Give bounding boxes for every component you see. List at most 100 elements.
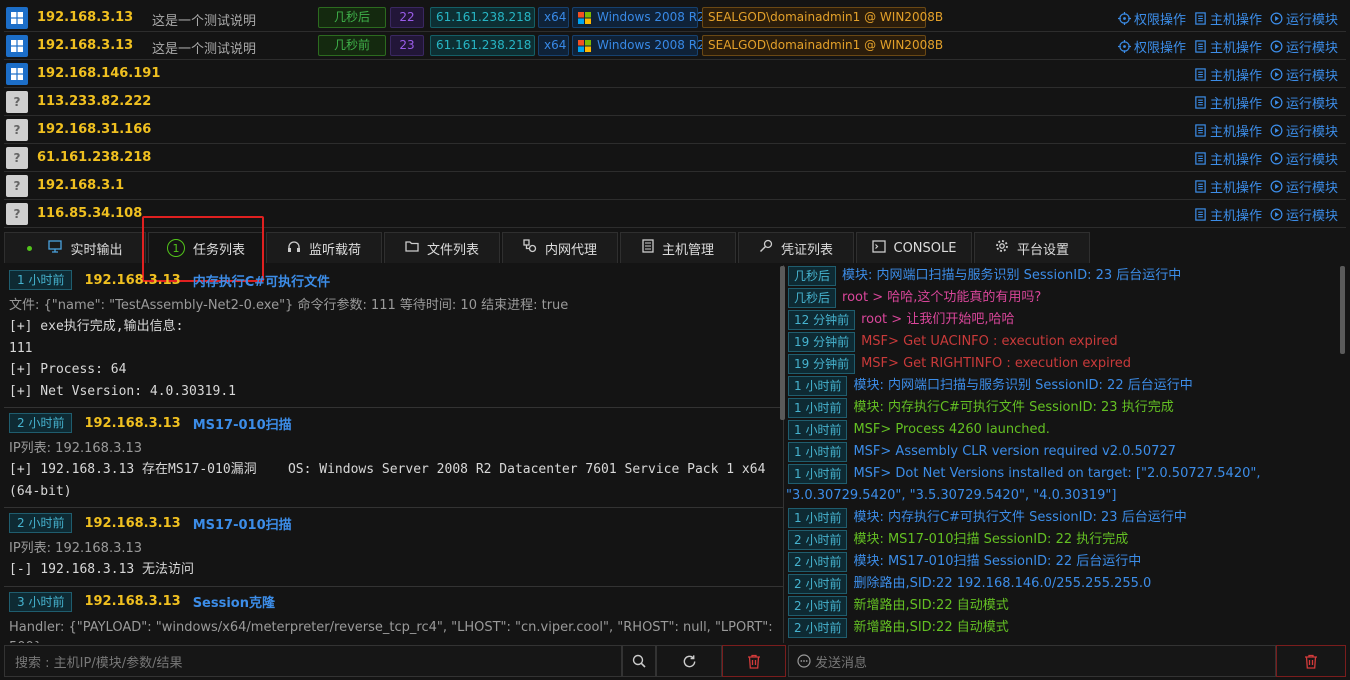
document-icon <box>1195 96 1206 109</box>
host-action-link-label: 主机操作 <box>1209 153 1262 168</box>
host-comment: 这是一个测试说明 <box>152 14 257 29</box>
run-module-link-label: 运行模块 <box>1285 13 1338 28</box>
run-module-link[interactable]: 运行模块 <box>1270 37 1338 56</box>
host-action-link[interactable]: 主机操作 <box>1194 37 1262 56</box>
tab-2[interactable]: 1 任务列表 <box>148 232 264 263</box>
tab-label: 任务列表 <box>192 242 245 258</box>
task-host-ip: 192.168.3.13 <box>84 594 181 609</box>
host-actions: 主机操作 运行模块 <box>1194 121 1338 140</box>
log-text: root > 让我们开始吧,哈哈 <box>861 312 1015 327</box>
log-text: 模块: 内网端口扫描与服务识别 SessionID: 22 后台运行中 <box>853 378 1193 393</box>
host-row[interactable]: ? 192.168.31.166 主机操作 运行模块 <box>4 116 1346 144</box>
last-seen-tag: 几秒后 <box>318 7 386 28</box>
task-params: 文件: {"name": "TestAssembly-Net2-0.exe"} … <box>9 298 569 313</box>
log-text: 新增路由,SID:22 自动模式 <box>853 620 1009 635</box>
play-circle-icon <box>1270 208 1283 221</box>
task-time: 2 小时前 <box>9 513 73 533</box>
realtime-log-panel: 几秒后 模块: 内网端口扫描与服务识别 SessionID: 23 后台运行中 几秒… <box>786 265 1342 643</box>
host-action-link[interactable]: 主机操作 <box>1194 177 1262 196</box>
key-icon <box>759 239 773 257</box>
log-text: MSF> Assembly CLR version required v2.0.… <box>853 444 1176 459</box>
task-params: Handler: {"PAYLOAD": "windows/x64/meterp… <box>9 619 773 644</box>
host-ip[interactable]: 192.168.3.13 <box>37 10 133 25</box>
log-scrollbar[interactable] <box>1340 266 1345 354</box>
host-ip[interactable]: 61.161.238.218 <box>37 150 151 165</box>
task-header: 1 小时前 192.168.3.13 内存执行C#可执行文件 <box>9 268 777 292</box>
log-row: 1 小时前 MSF> Assembly CLR version required … <box>786 441 1342 463</box>
host-action-link[interactable]: 主机操作 <box>1194 149 1262 168</box>
privilege-action-link[interactable]: 权限操作 <box>1117 37 1186 56</box>
tab-8[interactable]: CONSOLE <box>856 232 972 263</box>
trash-icon <box>748 654 760 669</box>
crosshair-icon <box>1117 12 1131 25</box>
log-time: 几秒后 <box>788 266 837 286</box>
run-module-link[interactable]: 运行模块 <box>1270 93 1338 112</box>
host-ip[interactable]: 192.168.31.166 <box>37 122 151 137</box>
task-item[interactable]: 3 小时前 192.168.3.13 Session克隆 Handler: {"PAY… <box>4 587 783 644</box>
host-ip[interactable]: 192.168.146.191 <box>37 66 160 81</box>
host-action-link[interactable]: 主机操作 <box>1194 205 1262 224</box>
log-text: MSF> Get UACINFO : execution expired <box>861 334 1118 349</box>
search-input[interactable]: 搜索 : 主机IP/模块/参数/结果 <box>4 645 622 677</box>
play-circle-icon <box>1270 180 1283 193</box>
tab-label: 监听载荷 <box>308 242 361 258</box>
task-item[interactable]: 2 小时前 192.168.3.13 MS17-010扫描 IP列表: 192.168… <box>4 408 783 508</box>
task-list-scrollbar[interactable] <box>780 266 785 420</box>
unknown-glyph: ? <box>13 95 21 109</box>
host-ip[interactable]: 116.85.34.108 <box>37 206 142 221</box>
privilege-action-link[interactable]: 权限操作 <box>1117 9 1186 28</box>
host-row[interactable]: ? 61.161.238.218 主机操作 运行模块 <box>4 144 1346 172</box>
host-row[interactable]: 192.168.146.191 主机操作 运行模块 <box>4 60 1346 88</box>
host-action-link[interactable]: 主机操作 <box>1194 9 1262 28</box>
run-module-link[interactable]: 运行模块 <box>1270 205 1338 224</box>
task-time: 2 小时前 <box>9 413 73 433</box>
task-item[interactable]: 2 小时前 192.168.3.13 MS17-010扫描 IP列表: 192.168… <box>4 508 783 587</box>
search-button[interactable] <box>622 645 656 677</box>
message-input[interactable]: 发送消息 <box>788 645 1276 677</box>
run-module-link[interactable]: 运行模块 <box>1270 177 1338 196</box>
clear-tasks-button[interactable] <box>722 645 786 677</box>
run-module-link[interactable]: 运行模块 <box>1270 149 1338 168</box>
windows-logo-icon <box>578 12 591 24</box>
task-module: MS17-010扫描 <box>192 517 292 533</box>
host-action-link[interactable]: 主机操作 <box>1194 121 1262 140</box>
tab-1[interactable]: 实时输出 <box>4 232 146 263</box>
host-action-link[interactable]: 主机操作 <box>1194 65 1262 84</box>
tab-3[interactable]: 监听载荷 <box>266 232 382 263</box>
refresh-icon <box>683 654 695 667</box>
refresh-button[interactable] <box>656 645 722 677</box>
tab-6[interactable]: 主机管理 <box>620 232 736 263</box>
session-id-tag: 22 <box>390 7 424 28</box>
log-text: MSF> Dot Net Versions installed on targe… <box>786 466 1261 503</box>
run-module-link[interactable]: 运行模块 <box>1270 65 1338 84</box>
host-ip[interactable]: 192.168.3.1 <box>37 178 124 193</box>
host-actions: 权限操作 主机操作 运行模块 <box>1117 37 1338 56</box>
session-id-tag: 23 <box>390 35 424 56</box>
host-row[interactable]: 192.168.3.13 这是一个测试说明 几秒前 23 61.161.238.218 x… <box>4 32 1346 60</box>
tab-7[interactable]: 凭证列表 <box>738 232 854 263</box>
tab-4[interactable]: 文件列表 <box>384 232 500 263</box>
host-ip[interactable]: 113.233.82.222 <box>37 94 151 109</box>
host-row[interactable]: ? 113.233.82.222 主机操作 运行模块 <box>4 88 1346 116</box>
tab-5[interactable]: 内网代理 <box>502 232 618 263</box>
document-icon <box>1195 152 1206 165</box>
host-row[interactable]: 192.168.3.13 这是一个测试说明 几秒后 22 61.161.238.218 x… <box>4 4 1346 32</box>
log-text: MSF> Process 4260 launched. <box>853 422 1050 437</box>
host-actions: 主机操作 运行模块 <box>1194 205 1338 224</box>
windows-host-icon <box>6 35 28 57</box>
host-row[interactable]: ? 192.168.3.1 主机操作 运行模块 <box>4 172 1346 200</box>
host-actions: 主机操作 运行模块 <box>1194 149 1338 168</box>
host-list: 192.168.3.13 这是一个测试说明 几秒后 22 61.161.238.218 x… <box>4 4 1346 228</box>
task-params: IP列表: 192.168.3.13 <box>9 441 143 456</box>
play-circle-icon <box>1270 40 1283 53</box>
run-module-link[interactable]: 运行模块 <box>1270 9 1338 28</box>
host-comment: 这是一个测试说明 <box>152 42 257 57</box>
run-module-link[interactable]: 运行模块 <box>1270 121 1338 140</box>
task-item[interactable]: 1 小时前 192.168.3.13 内存执行C#可执行文件文件: {"name":… <box>4 265 783 408</box>
clear-messages-button[interactable] <box>1276 645 1346 677</box>
host-ip[interactable]: 192.168.3.13 <box>37 38 133 53</box>
host-action-link[interactable]: 主机操作 <box>1194 93 1262 112</box>
tab-9[interactable]: 平台设置 <box>974 232 1090 263</box>
log-time: 1 小时前 <box>788 508 848 528</box>
host-row[interactable]: ? 116.85.34.108 主机操作 运行模块 <box>4 200 1346 228</box>
